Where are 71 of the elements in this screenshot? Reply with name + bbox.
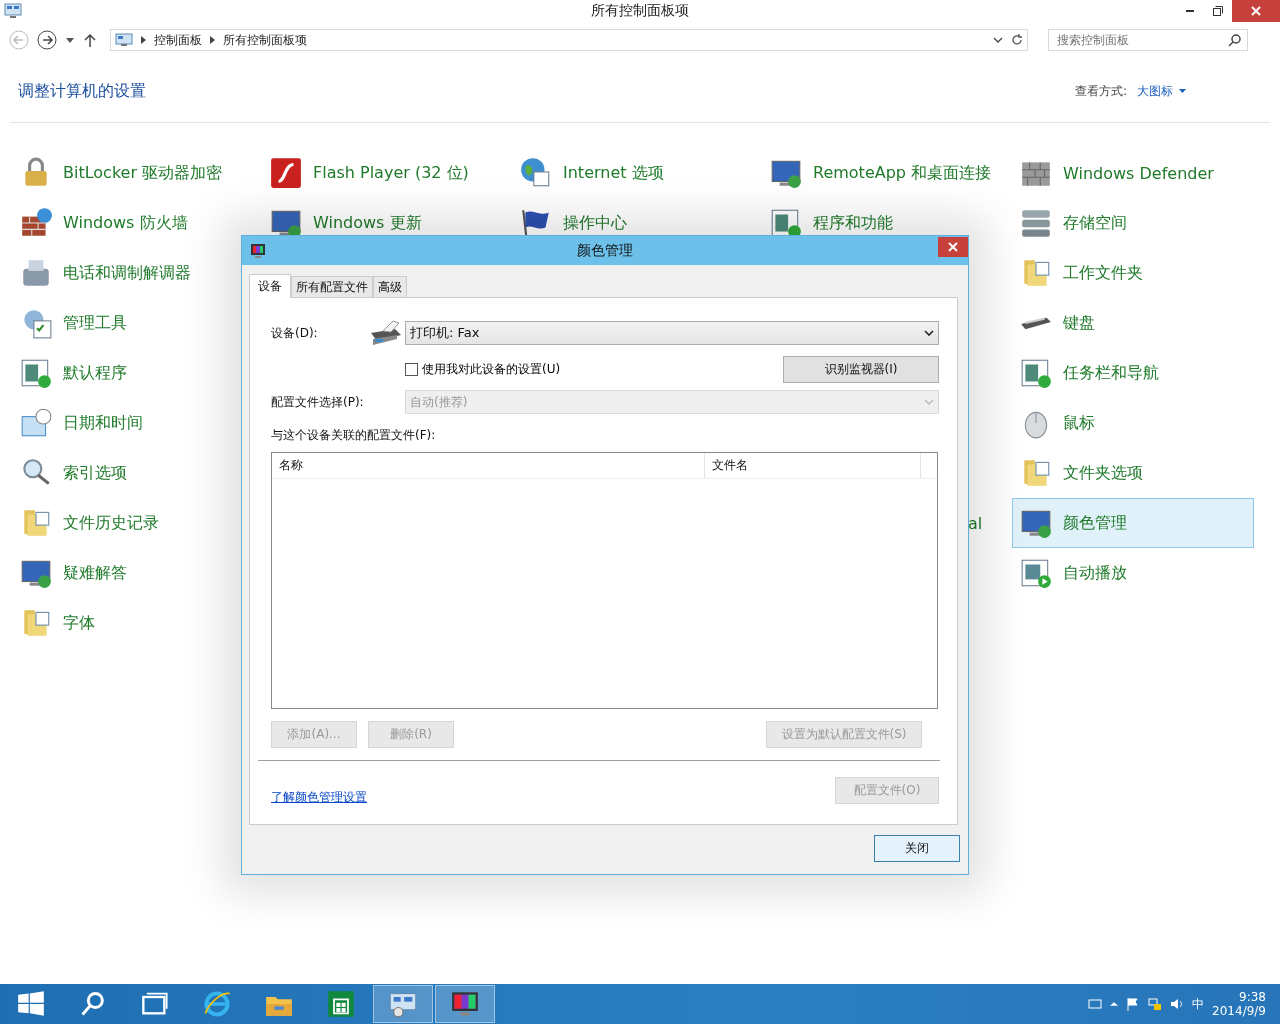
control-panel-item[interactable]: 工作文件夹 (1012, 248, 1254, 298)
field-label: 配置文件选择(P): (271, 393, 365, 411)
control-panel-item[interactable]: RemoteApp 和桌面连接 (762, 148, 1004, 198)
identify-button[interactable]: 识别监视器(I) (783, 356, 939, 383)
device-dropdown[interactable]: 打印机: Fax (405, 321, 939, 345)
close-icon (948, 241, 958, 252)
taskbar-button[interactable] (373, 985, 433, 1023)
control-panel-item[interactable]: 鼠标 (1012, 398, 1254, 448)
ime-indicator[interactable]: 中 (1192, 995, 1205, 1013)
breadcrumb-item[interactable]: 所有控制面板项 (223, 31, 307, 49)
chevron-icon (141, 36, 146, 44)
checkbox[interactable]: 使用我对此设备的设置(U) (405, 361, 561, 378)
control-panel-item[interactable]: Flash Player (32 位) (262, 148, 504, 198)
control-panel-item[interactable]: 键盘 (1012, 298, 1254, 348)
chevron-down-icon (993, 37, 1003, 43)
chevron-down-icon (924, 330, 934, 336)
forward-button[interactable] (36, 29, 58, 51)
control-panel-item[interactable]: 索引选项 (12, 448, 254, 498)
monitor-icon (115, 33, 133, 47)
search-field[interactable]: 搜索控制面板 (1048, 29, 1248, 51)
field-label: 设备(D): (271, 324, 319, 342)
breadcrumb-item[interactable]: 控制面板 (154, 31, 202, 49)
tab[interactable]: 设备 (249, 274, 291, 298)
chevron-icon (210, 36, 215, 44)
address-bar[interactable]: 控制面板 所有控制面板项 (110, 29, 1028, 51)
windows-logo-icon (17, 990, 45, 1018)
shopping-bag-icon (327, 990, 355, 1018)
monitor-icon (451, 990, 479, 1018)
clock-date: 2014/9/9 (1212, 1004, 1266, 1018)
speaker-icon[interactable] (1170, 997, 1185, 1011)
close-button[interactable] (1232, 0, 1280, 22)
control-panel-item[interactable]: 存储空间 (1012, 198, 1254, 248)
window-title: 所有控制面板项 (591, 2, 689, 18)
view-dropdown[interactable]: 大图标 (1137, 82, 1186, 100)
control-panel-item[interactable]: 文件夹选项 (1012, 448, 1254, 498)
close-button[interactable] (938, 236, 968, 257)
browser-icon (203, 990, 231, 1018)
windows-stack-icon (141, 990, 169, 1018)
refresh-icon (1011, 34, 1023, 46)
network-icon[interactable] (1148, 997, 1163, 1011)
restore-icon (1213, 6, 1223, 16)
taskbar-button[interactable] (435, 985, 495, 1023)
search-icon (1228, 33, 1242, 47)
control-panel-item[interactable]: 颜色管理 (1012, 498, 1254, 548)
tab[interactable]: 高级 (373, 276, 407, 297)
dialog-title: 颜色管理 (577, 241, 633, 258)
tab[interactable]: 所有配置文件 (291, 276, 373, 297)
close-dialog-button[interactable]: 关闭 (874, 835, 960, 862)
close-icon (1250, 5, 1262, 17)
search-icon (79, 990, 107, 1018)
flag-icon[interactable] (1126, 997, 1141, 1011)
column-header[interactable]: 文件名 (705, 453, 921, 478)
control-panel-item[interactable]: Windows Defender (1012, 148, 1254, 198)
clock-time: 9:38 (1239, 990, 1266, 1004)
monitor-icon (389, 990, 417, 1018)
control-panel-item[interactable]: 任务栏和导航 (1012, 348, 1254, 398)
control-panel-item[interactable]: BitLocker 驱动器加密 (12, 148, 254, 198)
page-heading: 调整计算机的设置 (18, 80, 146, 102)
monitor-icon (250, 242, 266, 259)
minimize-icon (1185, 10, 1195, 12)
caret-down-icon (66, 37, 74, 43)
chevron-down-icon (924, 399, 934, 405)
help-link[interactable]: 了解颜色管理设置 (271, 789, 367, 806)
control-panel-item[interactable]: 自动播放 (1012, 548, 1254, 598)
column-header[interactable]: 名称 (272, 453, 705, 478)
control-panel-item[interactable]: al (968, 498, 1012, 548)
view-label: 查看方式: (1074, 82, 1127, 100)
list-label: 与这个设备关联的配置文件(F): (271, 427, 436, 444)
monitor-icon (4, 3, 22, 19)
control-panel-item[interactable]: Internet 选项 (512, 148, 754, 198)
caret-down-icon (1179, 89, 1186, 93)
